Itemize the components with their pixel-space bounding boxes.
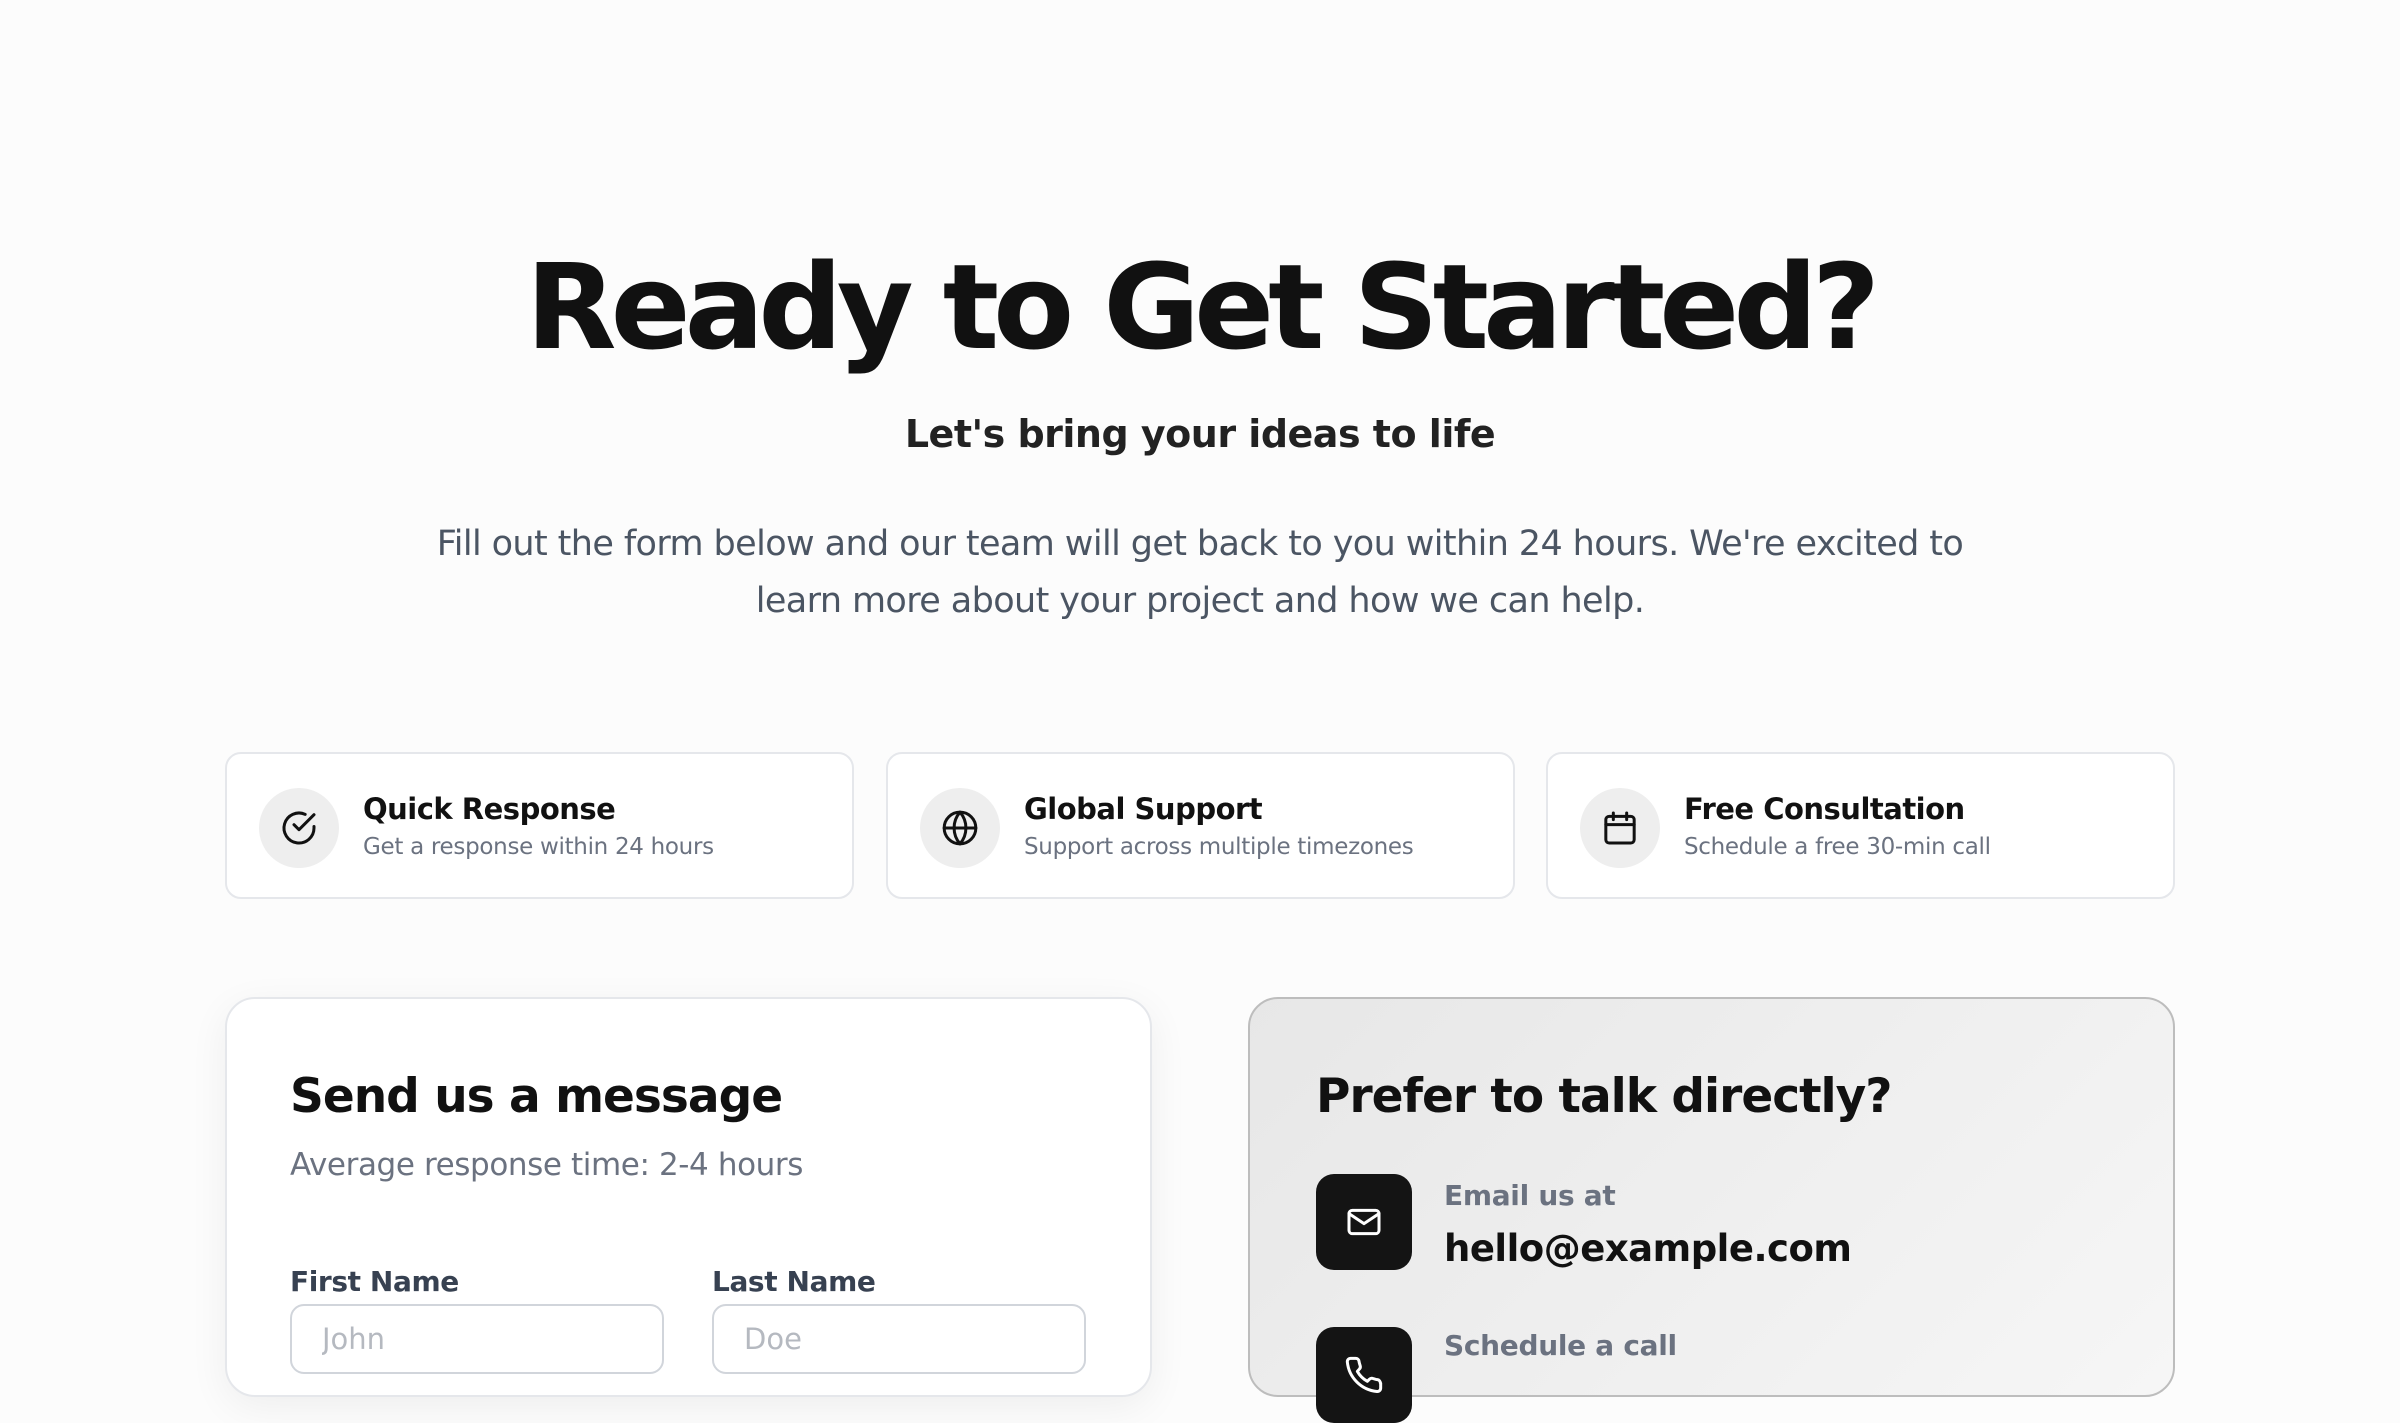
phone-icon[interactable] (1316, 1327, 1412, 1423)
last-name-label: Last Name (712, 1265, 876, 1298)
feature-title: Quick Response (363, 792, 616, 826)
hero-description: Fill out the form below and our team wil… (436, 524, 1964, 621)
email-link[interactable]: hello@example.com (1444, 1227, 1852, 1270)
check-circle-icon (259, 788, 339, 868)
direct-contact-title: Prefer to talk directly? (1316, 1069, 1893, 1124)
form-title: Send us a message (290, 1069, 783, 1124)
hero-title: Ready to Get Started? (525, 238, 1880, 376)
direct-contact-card: Prefer to talk directly? Email us at hel… (1248, 997, 2175, 1423)
first-name-label: First Name (290, 1265, 459, 1298)
feature-description: Schedule a free 30-min call (1684, 834, 1991, 860)
feature-card-free-consultation: Free Consultation Schedule a free 30-min… (1546, 752, 2175, 899)
feature-card-quick-response: Quick Response Get a response within 24 … (225, 752, 854, 899)
globe-icon (920, 788, 1000, 868)
feature-title: Free Consultation (1684, 792, 1965, 826)
mail-icon[interactable] (1316, 1174, 1412, 1270)
last-name-input[interactable] (712, 1304, 1086, 1374)
feature-description: Support across multiple timezones (1024, 834, 1414, 860)
feature-title: Global Support (1024, 792, 1263, 826)
hero-subtitle: Let's bring your ideas to life (904, 412, 1496, 456)
contact-form-card: Send us a message Average response time:… (225, 997, 1152, 1397)
schedule-call-label[interactable]: Schedule a call (1444, 1329, 1677, 1362)
calendar-icon (1580, 788, 1660, 868)
feature-card-global-support: Global Support Support across multiple t… (886, 752, 1515, 899)
first-name-input[interactable] (290, 1304, 664, 1374)
feature-description: Get a response within 24 hours (363, 834, 714, 860)
form-subtitle: Average response time: 2-4 hours (290, 1147, 803, 1183)
features-row: Quick Response Get a response within 24 … (225, 752, 2175, 899)
email-label: Email us at (1444, 1179, 1616, 1212)
